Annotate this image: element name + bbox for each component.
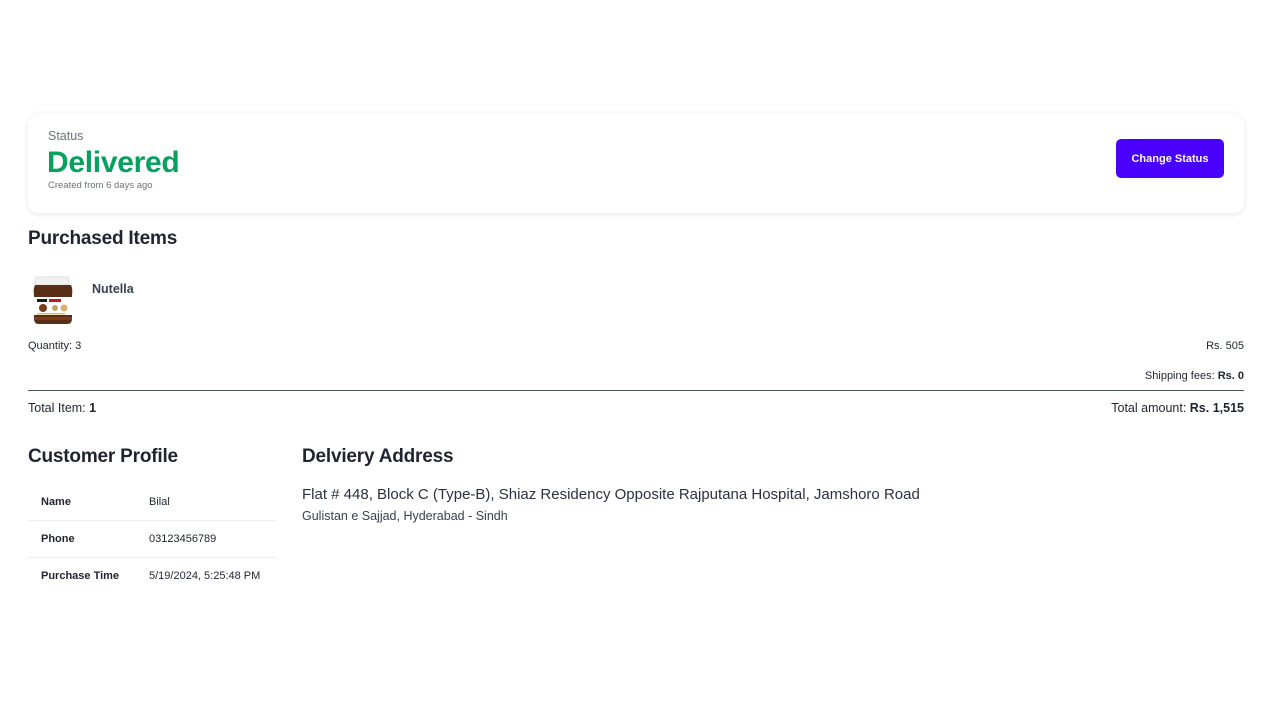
profile-value: 5/19/2024, 5:25:48 PM xyxy=(149,570,261,582)
total-amount-label: Total amount: xyxy=(1111,401,1187,415)
profile-value: 03123456789 xyxy=(149,533,217,545)
total-items-value: 1 xyxy=(89,401,97,415)
item-name: Nutella xyxy=(92,282,134,296)
total-amount-value: Rs. 1,515 xyxy=(1189,401,1244,415)
total-items: Total Item: 1 xyxy=(28,401,96,415)
status-created-time: Created from 6 days ago xyxy=(48,180,153,191)
shipping-fees-label: Shipping fees: xyxy=(1144,370,1215,382)
total-amount: Total amount: Rs. 1,515 xyxy=(1111,401,1244,415)
profile-key: Name xyxy=(41,496,71,508)
order-details-page: Status Delivered Created from 6 days ago… xyxy=(0,0,1280,720)
profile-row-name: Name Bilal xyxy=(28,484,276,521)
status-value: Delivered xyxy=(47,146,180,179)
purchased-items-title: Purchased Items xyxy=(28,228,178,249)
delivery-address-title: Delviery Address xyxy=(302,446,454,467)
profile-value: Bilal xyxy=(149,496,170,508)
divider xyxy=(28,390,1244,391)
change-status-button[interactable]: Change Status xyxy=(1116,139,1224,178)
shipping-fees: Shipping fees: Rs. 0 xyxy=(1145,370,1244,382)
profile-key: Purchase Time xyxy=(41,570,120,582)
address-line-1: Flat # 448, Block C (Type-B), Shiaz Resi… xyxy=(302,486,920,503)
item-price: Rs. 505 xyxy=(1206,340,1244,352)
status-card: Status Delivered Created from 6 days ago… xyxy=(28,114,1244,213)
profile-row-purchase-time: Purchase Time 5/19/2024, 5:25:48 PM xyxy=(28,558,276,594)
customer-profile-table: Name Bilal Phone 03123456789 Purchase Ti… xyxy=(28,484,276,594)
item-quantity: Quantity: 3 xyxy=(28,340,82,352)
shipping-fees-value: Rs. 0 xyxy=(1217,370,1244,382)
total-items-label: Total Item: xyxy=(28,401,86,415)
profile-key: Phone xyxy=(41,533,75,545)
profile-row-phone: Phone 03123456789 xyxy=(28,521,276,558)
status-label: Status xyxy=(48,129,84,143)
nutella-jar-image[interactable] xyxy=(31,275,75,327)
address-line-2: Gulistan e Sajjad, Hyderabad - Sindh xyxy=(302,509,508,523)
customer-profile-title: Customer Profile xyxy=(28,446,178,467)
